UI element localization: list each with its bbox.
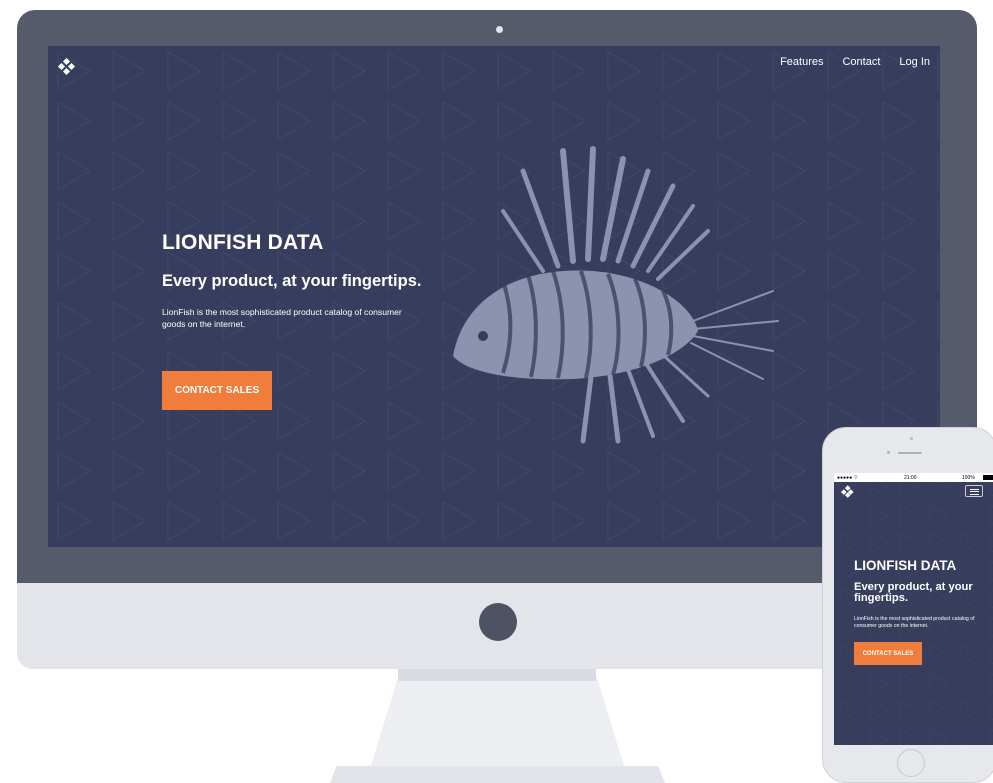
- monitor-camera: [496, 26, 503, 33]
- phone-home-button: [897, 749, 925, 777]
- hero-section: LIONFISH DATA Every product, at your fin…: [162, 231, 422, 330]
- battery-icon: [983, 475, 993, 480]
- hamburger-menu-icon[interactable]: [965, 485, 983, 497]
- mobile-status-bar: ●●●●● ⌔ 21:00 100%: [834, 473, 993, 482]
- mobile-logo-icon[interactable]: [841, 485, 854, 498]
- logo-icon[interactable]: [57, 57, 76, 76]
- status-time: 21:00: [904, 474, 917, 481]
- nav-contact-link[interactable]: Contact: [842, 56, 880, 68]
- signal-indicator: ●●●●● ⌔: [837, 474, 859, 481]
- nav-login-link[interactable]: Log In: [899, 56, 930, 68]
- monitor-stand: [370, 669, 625, 769]
- mobile-screen: ●●●●● ⌔ 21:00 100% LIONFISH DATA Every p…: [834, 473, 993, 745]
- lionfish-illustration: [453, 146, 779, 444]
- mobile-triangle-pattern: [834, 473, 993, 745]
- monitor-logo-button: [479, 603, 517, 641]
- nav-features-link[interactable]: Features: [780, 56, 823, 68]
- mobile-hero-title: LIONFISH DATA: [854, 558, 957, 573]
- top-nav: Features Contact Log In: [780, 56, 930, 68]
- mobile-hero-subtitle: Every product, at your fingertips.: [854, 581, 973, 604]
- monitor-stand-shadow: [398, 669, 596, 681]
- phone-speaker: [898, 452, 922, 454]
- monitor-stand-base: [330, 766, 665, 783]
- phone-sensor: [887, 451, 890, 454]
- contact-sales-button[interactable]: CONTACT SALES: [162, 371, 272, 410]
- mobile-hero-description: LionFish is the most sophisticated produ…: [854, 616, 975, 629]
- desktop-screen: Features Contact Log In LIONFISH DATA Ev…: [48, 46, 940, 547]
- hero-title: LIONFISH DATA: [162, 231, 324, 254]
- phone-front-camera: [910, 437, 913, 440]
- hero-subtitle: Every product, at your fingertips.: [162, 272, 422, 290]
- hero-description: LionFish is the most sophisticated produ…: [162, 307, 402, 329]
- battery-percent: 100%: [962, 474, 975, 481]
- mobile-contact-sales-button[interactable]: CONTACT SALES: [854, 642, 922, 665]
